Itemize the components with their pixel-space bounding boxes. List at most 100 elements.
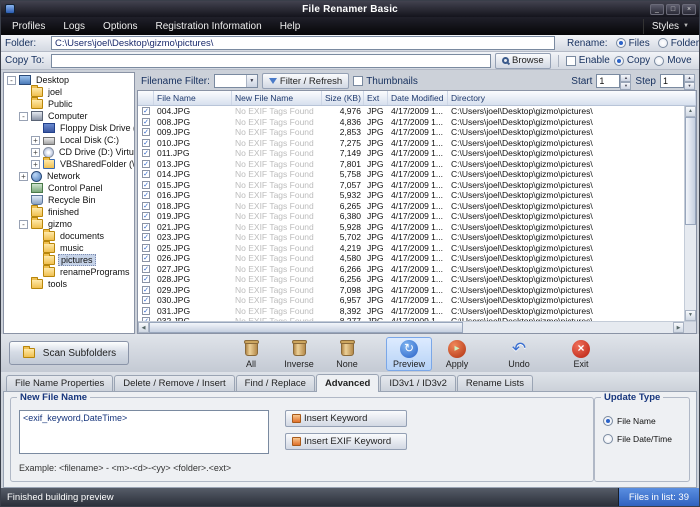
step-stepper[interactable]: ▲ ▼ — [660, 74, 695, 88]
radio-copy[interactable] — [614, 56, 624, 66]
tab-find-replace[interactable]: Find / Replace — [236, 375, 315, 391]
tree-item-finished[interactable]: finished — [4, 206, 134, 218]
table-row[interactable]: ✓010.JPGNo EXIF Tags Found7,275JPG4/17/2… — [138, 138, 684, 149]
tree-item-joel[interactable]: joel — [4, 86, 134, 98]
column-header-directory[interactable]: Directory — [448, 91, 696, 105]
copy-option[interactable]: Copy — [614, 55, 650, 66]
checked-checkbox-icon[interactable]: ✓ — [142, 107, 150, 115]
table-row[interactable]: ✓027.JPGNo EXIF Tags Found6,266JPG4/17/2… — [138, 264, 684, 275]
checked-checkbox-icon[interactable]: ✓ — [142, 149, 150, 157]
styles-menu[interactable]: Styles ▼ — [643, 19, 697, 34]
row-checkbox[interactable]: ✓ — [138, 202, 154, 210]
checked-checkbox-icon[interactable]: ✓ — [142, 296, 150, 304]
menu-item-profiles[interactable]: Profiles — [3, 19, 54, 34]
row-checkbox[interactable]: ✓ — [138, 212, 154, 220]
exit-button[interactable]: ×Exit — [558, 337, 604, 371]
tree-item-renameprograms[interactable]: renamePrograms — [4, 266, 134, 278]
step-input[interactable] — [660, 74, 684, 88]
vertical-scrollbar[interactable]: ▲ ▼ — [684, 106, 696, 321]
scroll-left-icon[interactable]: ◀ — [138, 322, 149, 333]
row-checkbox[interactable]: ✓ — [138, 275, 154, 283]
thumbnails-option[interactable]: Thumbnails — [353, 76, 418, 87]
row-checkbox[interactable]: ✓ — [138, 265, 154, 273]
checked-checkbox-icon[interactable]: ✓ — [142, 307, 150, 315]
checked-checkbox-icon[interactable]: ✓ — [142, 254, 150, 262]
checked-checkbox-icon[interactable]: ✓ — [142, 275, 150, 283]
start-stepper[interactable]: ▲ ▼ — [596, 74, 631, 88]
scroll-up-icon[interactable]: ▲ — [685, 106, 696, 117]
tree-item-recycle-bin[interactable]: Recycle Bin — [4, 194, 134, 206]
checked-checkbox-icon[interactable]: ✓ — [142, 223, 150, 231]
enable-copy-option[interactable]: Enable — [566, 55, 610, 66]
table-row[interactable]: ✓031.JPGNo EXIF Tags Found8,392JPG4/17/2… — [138, 306, 684, 317]
table-row[interactable]: ✓021.JPGNo EXIF Tags Found5,928JPG4/17/2… — [138, 222, 684, 233]
minimize-button[interactable]: _ — [650, 4, 664, 15]
checked-checkbox-icon[interactable]: ✓ — [142, 160, 150, 168]
table-row[interactable]: ✓016.JPGNo EXIF Tags Found5,932JPG4/17/2… — [138, 190, 684, 201]
row-checkbox[interactable]: ✓ — [138, 233, 154, 241]
expand-icon[interactable]: + — [31, 160, 40, 169]
row-checkbox[interactable]: ✓ — [138, 128, 154, 136]
inverse-button[interactable]: Inverse — [276, 337, 322, 371]
checked-checkbox-icon[interactable]: ✓ — [142, 202, 150, 210]
horizontal-scrollbar[interactable]: ◀ ▶ — [138, 322, 684, 333]
column-header-ext[interactable]: Ext — [364, 91, 388, 105]
table-row[interactable]: ✓014.JPGNo EXIF Tags Found5,758JPG4/17/2… — [138, 169, 684, 180]
radio-file-datetime[interactable] — [603, 434, 613, 444]
tree-item-public[interactable]: Public — [4, 98, 134, 110]
collapse-icon[interactable]: - — [7, 76, 16, 85]
enable-checkbox[interactable] — [566, 56, 576, 66]
insert-keyword-button[interactable]: Insert Keyword — [285, 410, 407, 427]
tree-item-gizmo[interactable]: -gizmo — [4, 218, 134, 230]
checked-checkbox-icon[interactable]: ✓ — [142, 244, 150, 252]
folder-input[interactable] — [51, 36, 555, 50]
checked-checkbox-icon[interactable]: ✓ — [142, 233, 150, 241]
dropdown-arrow-icon[interactable]: ▼ — [246, 75, 257, 87]
expand-icon[interactable]: + — [19, 172, 28, 181]
radio-move[interactable] — [654, 56, 664, 66]
apply-button[interactable]: ▸Apply — [434, 337, 480, 371]
row-checkbox[interactable]: ✓ — [138, 107, 154, 115]
scrollbar-thumb[interactable] — [685, 117, 696, 225]
spin-down-icon[interactable]: ▼ — [684, 82, 695, 90]
table-row[interactable]: ✓015.JPGNo EXIF Tags Found7,057JPG4/17/2… — [138, 180, 684, 191]
all-button[interactable]: All — [228, 337, 274, 371]
tree-item-computer[interactable]: -Computer — [4, 110, 134, 122]
table-row[interactable]: ✓029.JPGNo EXIF Tags Found7,098JPG4/17/2… — [138, 285, 684, 296]
spin-down-icon[interactable]: ▼ — [620, 82, 631, 90]
tree-item-control-panel[interactable]: Control Panel — [4, 182, 134, 194]
tree-item-vbsharedfolder-vboxsvr[interactable]: +VBSharedFolder (\\vboxsvr) (... — [4, 158, 134, 170]
tree-item-tools[interactable]: tools — [4, 278, 134, 290]
row-checkbox[interactable]: ✓ — [138, 286, 154, 294]
row-checkbox[interactable]: ✓ — [138, 118, 154, 126]
checked-checkbox-icon[interactable]: ✓ — [142, 118, 150, 126]
table-row[interactable]: ✓028.JPGNo EXIF Tags Found6,256JPG4/17/2… — [138, 274, 684, 285]
tree-item-documents[interactable]: documents — [4, 230, 134, 242]
row-checkbox[interactable]: ✓ — [138, 170, 154, 178]
table-row[interactable]: ✓008.JPGNo EXIF Tags Found4,836JPG4/17/2… — [138, 117, 684, 128]
move-option[interactable]: Move — [654, 55, 691, 66]
undo-button[interactable]: ↶Undo — [496, 337, 542, 371]
menu-item-logs[interactable]: Logs — [54, 19, 94, 34]
row-checkbox[interactable]: ✓ — [138, 191, 154, 199]
scroll-right-icon[interactable]: ▶ — [673, 322, 684, 333]
new-file-name-pattern-input[interactable]: <exif_keyword,DateTime> — [19, 410, 269, 454]
checked-checkbox-icon[interactable]: ✓ — [142, 181, 150, 189]
tree-item-pictures[interactable]: pictures — [4, 254, 134, 266]
scrollbar-thumb[interactable] — [149, 322, 463, 333]
table-row[interactable]: ✓026.JPGNo EXIF Tags Found4,580JPG4/17/2… — [138, 253, 684, 264]
filter-refresh-button[interactable]: Filter / Refresh — [262, 73, 349, 89]
row-checkbox[interactable]: ✓ — [138, 296, 154, 304]
spin-up-icon[interactable]: ▲ — [684, 74, 695, 82]
update-file-name-option[interactable]: File Name — [603, 416, 656, 426]
copy-to-input[interactable] — [51, 54, 491, 68]
table-row[interactable]: ✓013.JPGNo EXIF Tags Found7,801JPG4/17/2… — [138, 159, 684, 170]
checked-checkbox-icon[interactable]: ✓ — [142, 265, 150, 273]
preview-button[interactable]: ↻Preview — [386, 337, 432, 371]
menu-item-help[interactable]: Help — [271, 19, 310, 34]
menu-item-options[interactable]: Options — [94, 19, 146, 34]
column-header-file-name[interactable]: File Name — [154, 91, 232, 105]
column-header-date-modified[interactable]: Date Modified — [388, 91, 448, 105]
table-row[interactable]: ✓018.JPGNo EXIF Tags Found6,265JPG4/17/2… — [138, 201, 684, 212]
collapse-icon[interactable]: - — [19, 112, 28, 121]
